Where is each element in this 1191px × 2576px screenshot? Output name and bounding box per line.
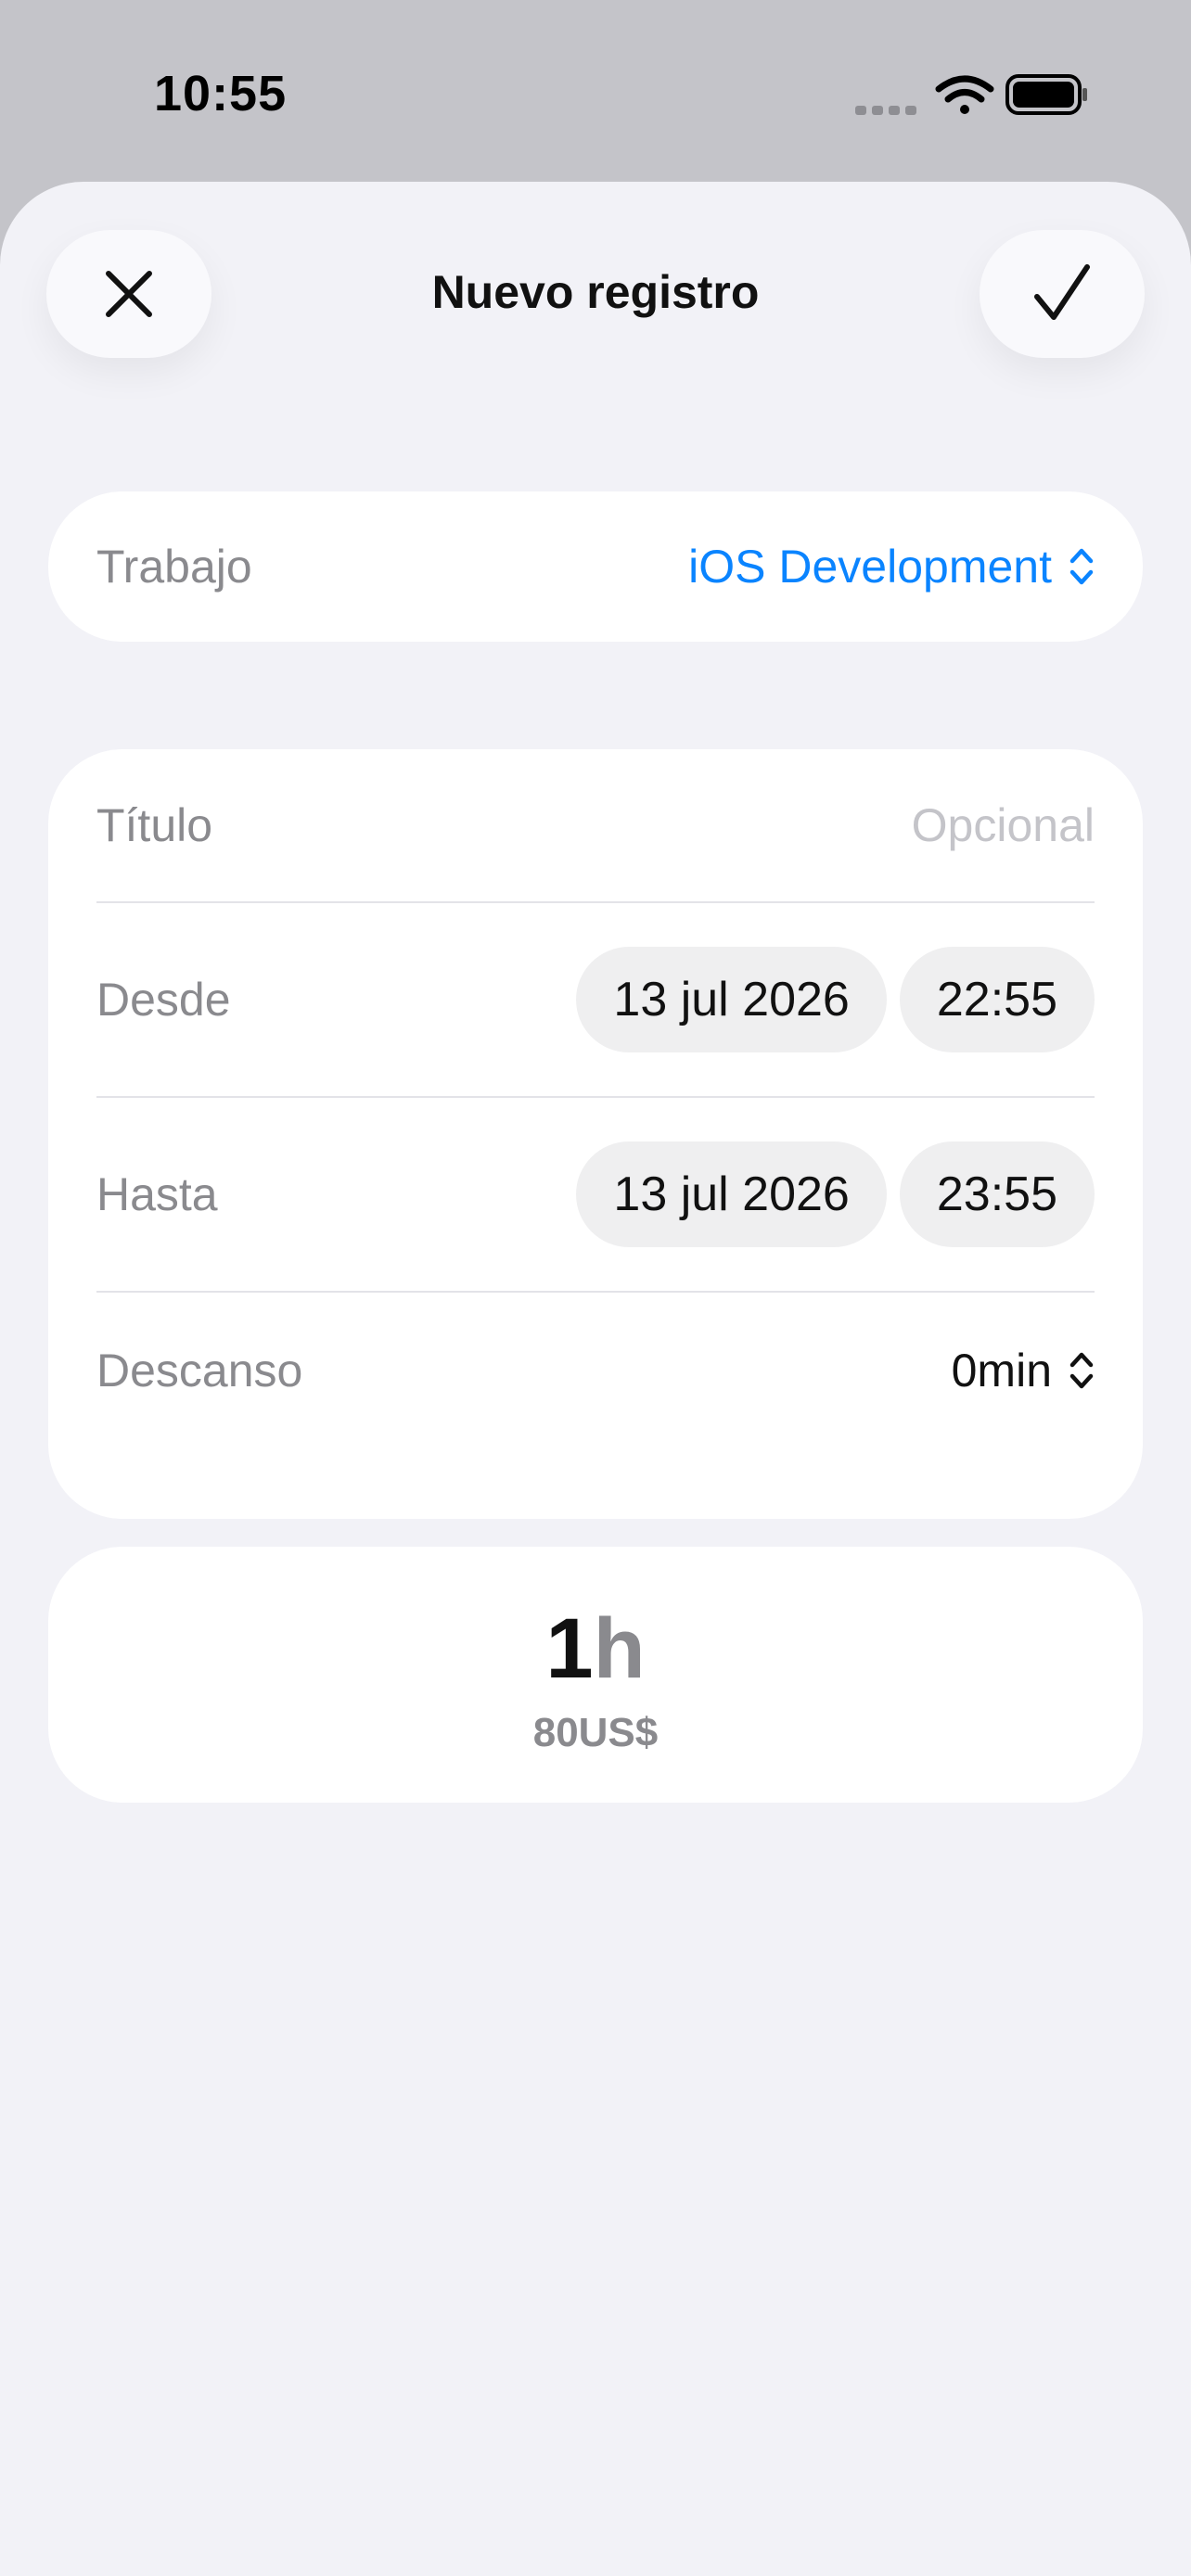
total-earnings: 80US$: [532, 1710, 659, 1755]
title-label: Título: [96, 799, 213, 851]
hours-value: 1: [545, 1601, 594, 1696]
break-label: Descanso: [96, 1345, 303, 1396]
entry-form-card: Título Opcional Desde 13 jul 2026 22:55 …: [48, 749, 1143, 1519]
break-row: Descanso 0min: [96, 1293, 1095, 1448]
wifi-icon: [935, 75, 994, 114]
battery-icon: [1005, 74, 1087, 115]
from-label: Desde: [96, 974, 231, 1026]
summary-card: 1h 80US$: [48, 1547, 1143, 1803]
title-row: Título Opcional: [96, 749, 1095, 901]
job-card: Trabajo iOS Development: [48, 491, 1143, 642]
chevron-up-down-icon: [1069, 548, 1094, 585]
job-label: Trabajo: [96, 541, 252, 593]
title-input[interactable]: Opcional: [912, 798, 1095, 852]
to-label: Hasta: [96, 1168, 218, 1220]
signal-dots-icon: [855, 106, 916, 115]
to-date-button[interactable]: 13 jul 2026: [576, 1141, 887, 1247]
checkmark-icon: [1034, 264, 1090, 320]
status-bar: 10:55: [0, 0, 1191, 185]
save-button[interactable]: [980, 230, 1145, 358]
status-icons: [855, 74, 1087, 115]
new-entry-sheet: Nuevo registro Trabajo iOS Development T…: [0, 182, 1191, 2576]
from-date-button[interactable]: 13 jul 2026: [576, 947, 887, 1052]
chevron-up-down-icon: [1069, 1352, 1094, 1389]
to-row: Hasta 13 jul 2026 23:55: [96, 1098, 1095, 1291]
job-value: iOS Development: [688, 541, 1052, 593]
to-time-button[interactable]: 23:55: [899, 1141, 1095, 1247]
job-picker[interactable]: iOS Development: [688, 540, 1095, 593]
from-time-button[interactable]: 22:55: [899, 947, 1095, 1052]
total-hours: 1h: [48, 1600, 1143, 1698]
break-value: 0min: [951, 1345, 1052, 1396]
job-row[interactable]: Trabajo iOS Development: [96, 491, 1095, 642]
break-picker[interactable]: 0min: [952, 1344, 1095, 1397]
hours-unit: h: [593, 1601, 646, 1696]
status-time: 10:55: [154, 66, 288, 121]
from-row: Desde 13 jul 2026 22:55: [96, 903, 1095, 1096]
